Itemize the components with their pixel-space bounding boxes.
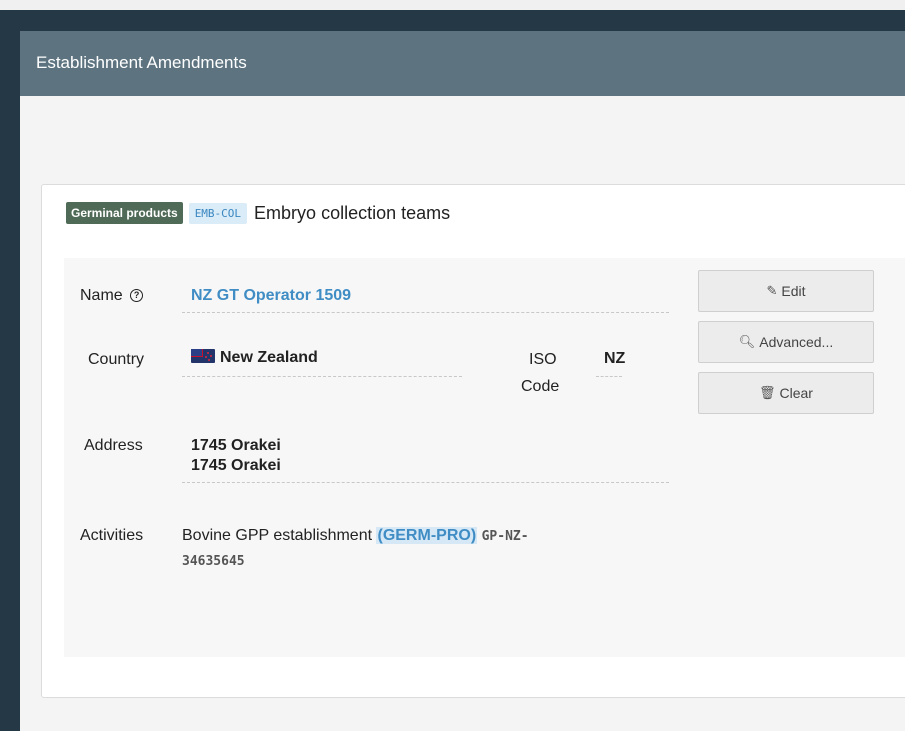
- top-strip: [0, 0, 905, 10]
- name-value[interactable]: NZ GT Operator 1509: [191, 287, 351, 305]
- activities-label: Activities: [80, 527, 144, 544]
- divider: [596, 376, 622, 377]
- iso-label-line1: ISO: [529, 351, 557, 368]
- address-line2: 1745 Orakei: [191, 457, 281, 474]
- divider: [182, 376, 462, 377]
- address-label: Address: [84, 437, 143, 454]
- activity-id-part2: 34635645: [182, 554, 245, 569]
- name-label-text: Name: [80, 287, 123, 304]
- panel-title: Establishment Amendments: [20, 31, 905, 96]
- address-line1: 1745 Orakei: [191, 437, 281, 454]
- trash-icon: 🗑︎: [759, 385, 776, 400]
- edit-button[interactable]: ✎ Edit: [698, 270, 874, 312]
- code-badge: EMB-COL: [188, 202, 248, 224]
- activity-name: Bovine GPP establishment: [182, 527, 373, 544]
- clear-button-label: Clear: [779, 385, 813, 401]
- establishment-panel: Establishment Amendments Germinal produc…: [20, 31, 905, 731]
- edit-button-label: Edit: [781, 283, 806, 299]
- activity-code: (GERM-PRO): [376, 527, 478, 544]
- category-badge: Germinal products: [66, 202, 183, 224]
- divider: [182, 482, 669, 483]
- country-name: New Zealand: [220, 349, 318, 366]
- iso-value: NZ: [604, 350, 626, 367]
- details-section: Name ? NZ GT Operator 1509 Country New Z…: [64, 258, 905, 657]
- country-value: New Zealand: [191, 349, 318, 367]
- card-title: Germinal products EMB-COL Embryo collect…: [66, 202, 450, 224]
- activities-value: Bovine GPP establishment (GERM-PRO) GP-N…: [182, 527, 622, 545]
- question-circle-icon[interactable]: ?: [130, 289, 144, 303]
- advanced-button[interactable]: 🔍︎ Advanced...: [698, 321, 874, 363]
- activity-id-part1: GP-NZ-: [481, 529, 529, 544]
- new-zealand-flag-icon: [191, 349, 215, 363]
- search-icon: 🔍︎: [738, 334, 756, 349]
- country-label: Country: [88, 351, 145, 368]
- divider: [182, 312, 669, 313]
- name-label: Name ?: [80, 287, 144, 305]
- card-title-text: Embryo collection teams: [254, 202, 451, 223]
- iso-label-line2: Code: [521, 378, 560, 395]
- establishment-card: Germinal products EMB-COL Embryo collect…: [41, 184, 905, 698]
- clear-button[interactable]: 🗑︎ Clear: [698, 372, 874, 414]
- edit-icon: ✎: [766, 283, 778, 298]
- advanced-button-label: Advanced...: [759, 334, 834, 350]
